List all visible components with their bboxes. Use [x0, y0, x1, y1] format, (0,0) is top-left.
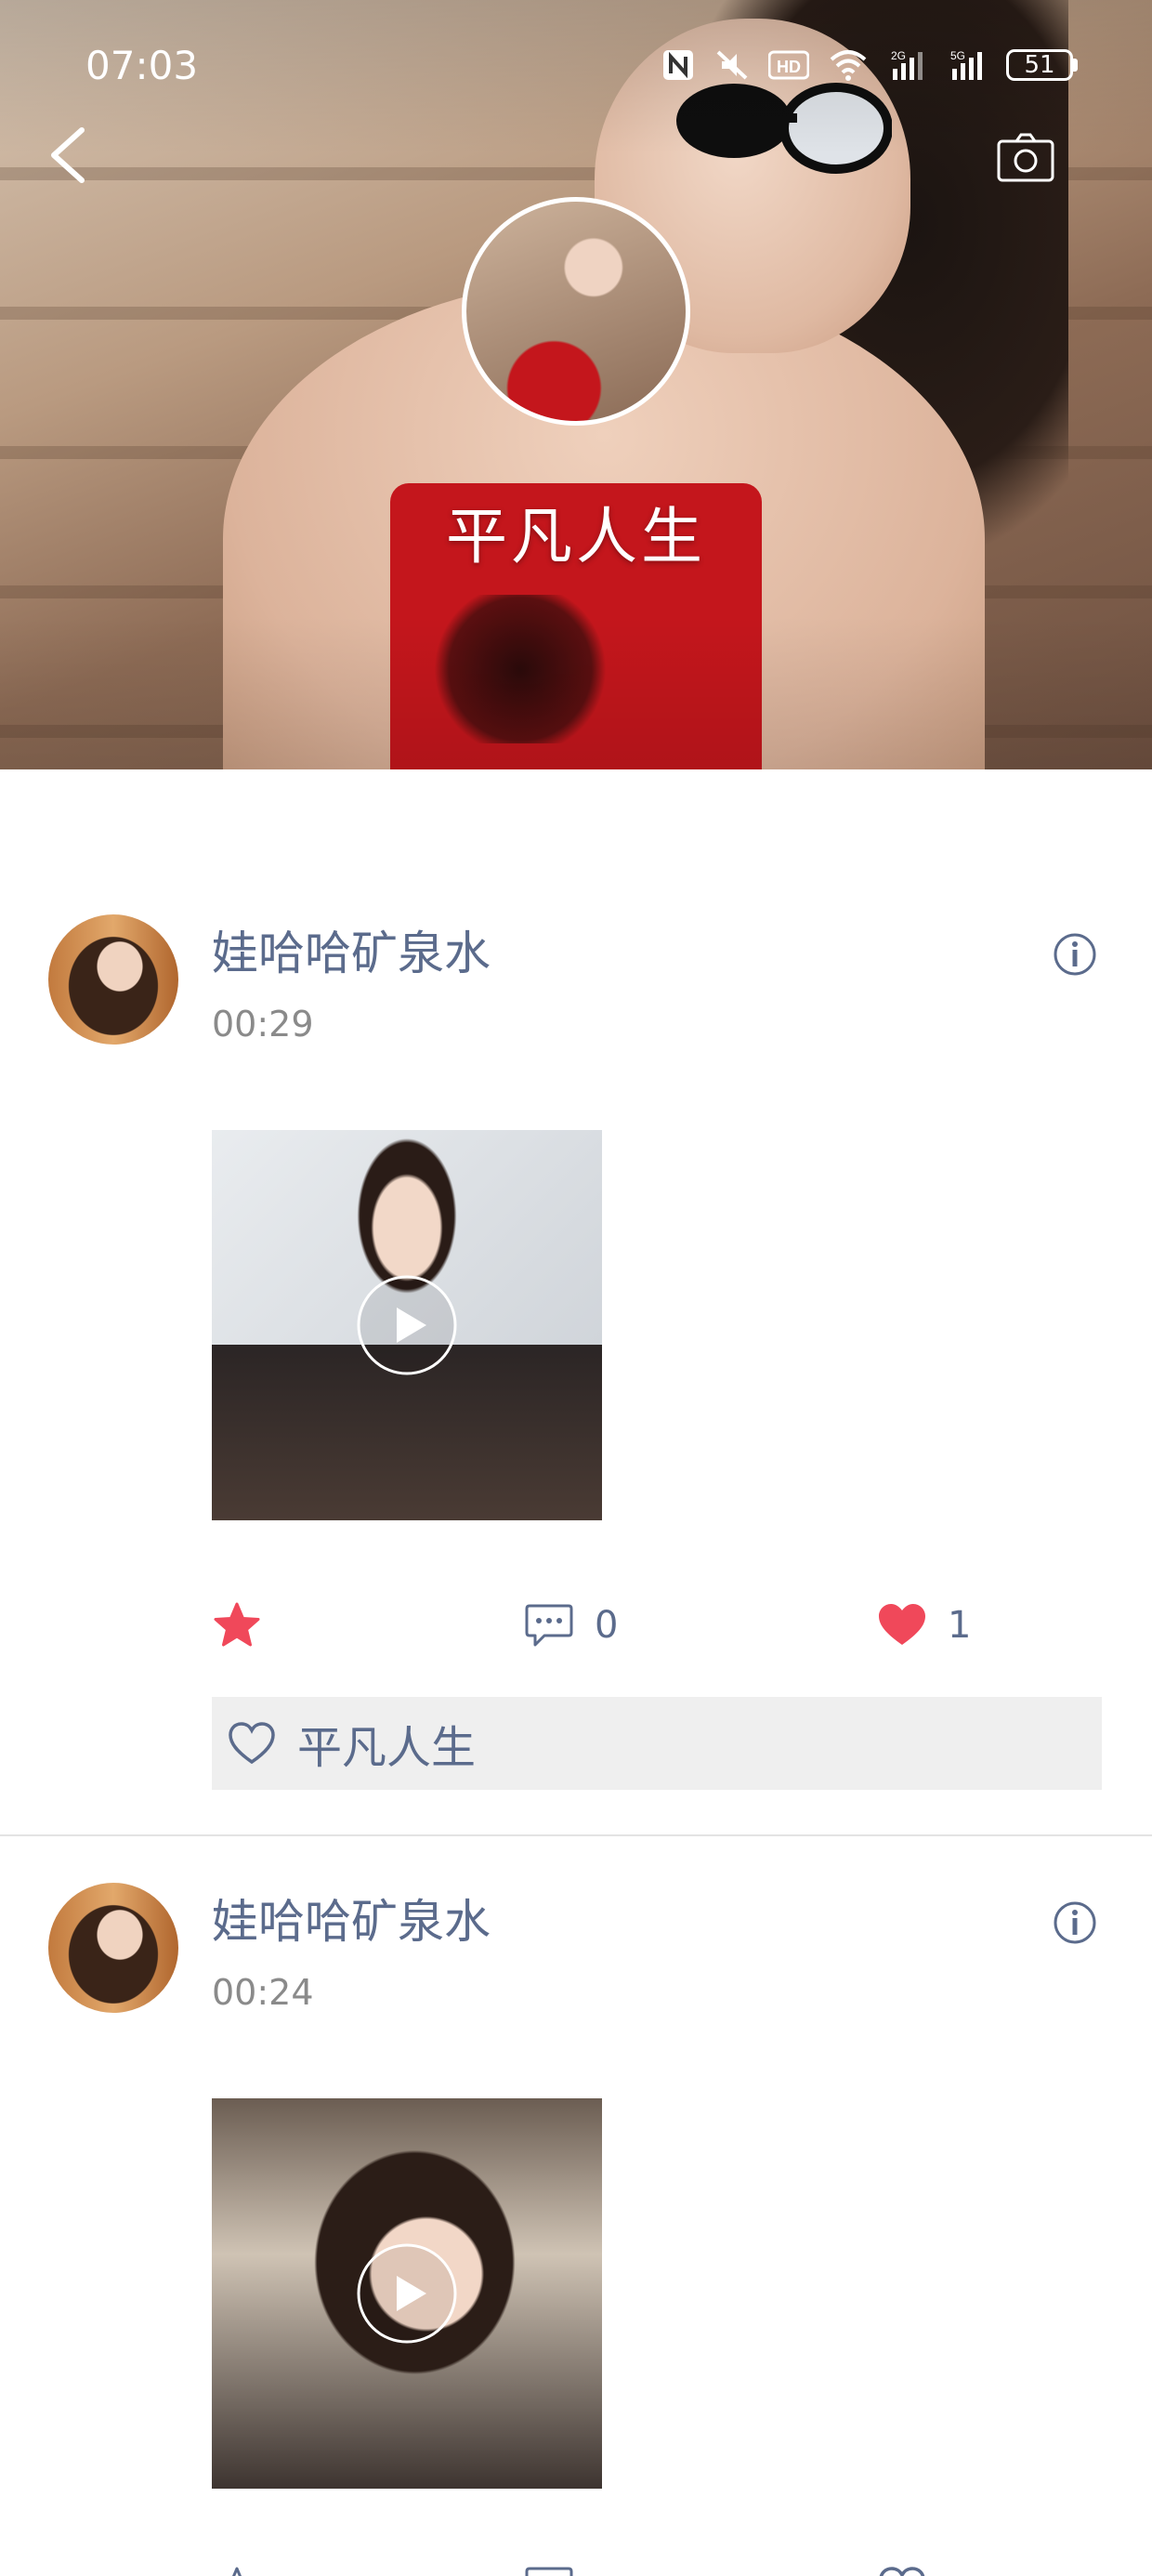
svg-text:2G: 2G: [891, 49, 906, 62]
liked-by-box: 平凡人生: [212, 1697, 1102, 1790]
post-actions: 0 1: [212, 1597, 1104, 1652]
heart-outline-icon: [229, 1722, 275, 1765]
comment-count: 0: [595, 1604, 619, 1647]
profile-name: 平凡人生: [446, 501, 706, 572]
comment-button[interactable]: 0: [524, 1600, 618, 1650]
comment-icon: [525, 1604, 573, 1647]
hd-icon: HD: [768, 50, 809, 80]
info-icon: [1054, 1901, 1096, 1944]
back-button[interactable]: [41, 123, 97, 188]
info-button[interactable]: [1052, 931, 1098, 978]
chevron-left-icon: [51, 127, 85, 183]
post-avatar[interactable]: [48, 914, 178, 1045]
post-time: 00:29: [212, 1004, 314, 1045]
signal-5g-icon: 5G: [950, 49, 982, 80]
nfc-icon: [663, 50, 693, 80]
play-icon: [357, 1275, 457, 1375]
info-button[interactable]: [1052, 1899, 1098, 1946]
info-icon: [1054, 933, 1096, 976]
svg-text:5G: 5G: [950, 49, 965, 62]
post-time: 00:24: [212, 1972, 314, 2013]
signal-2g-icon: 2G: [891, 49, 923, 80]
liked-by-name[interactable]: 平凡人生: [297, 1711, 476, 1776]
svg-text:HD: HD: [777, 58, 801, 76]
like-count: 1: [948, 1604, 972, 1647]
star-icon[interactable]: [212, 1600, 262, 1650]
star-outline-icon[interactable]: [212, 2565, 262, 2576]
video-thumbnail[interactable]: [212, 2098, 602, 2489]
status-icons: HD 2G 5G 51: [661, 48, 1078, 82]
video-thumbnail[interactable]: [212, 1130, 602, 1520]
battery-icon: 51: [1006, 49, 1078, 81]
mute-icon: [716, 50, 748, 80]
post-divider: [0, 1834, 1152, 1836]
battery-level: 51: [1006, 49, 1073, 81]
like-button[interactable]: 1: [877, 1600, 971, 1650]
camera-icon: [997, 133, 1054, 182]
heart-filled-icon: [879, 1604, 925, 1645]
wifi-icon: [830, 50, 867, 81]
heart-outline-icon[interactable]: [877, 2565, 927, 2576]
status-time: 07:03: [85, 43, 199, 88]
comment-icon[interactable]: [524, 2565, 574, 2576]
profile-avatar[interactable]: [462, 197, 690, 426]
post-username[interactable]: 娃哈哈矿泉水: [212, 1885, 491, 1952]
post-username[interactable]: 娃哈哈矿泉水: [212, 916, 491, 983]
post-avatar[interactable]: [48, 1883, 178, 2013]
camera-button[interactable]: [996, 132, 1055, 184]
post-actions: [212, 2557, 1104, 2576]
status-bar: 07:03 HD 2G 5G 51: [0, 0, 1152, 139]
play-icon: [357, 2243, 457, 2344]
